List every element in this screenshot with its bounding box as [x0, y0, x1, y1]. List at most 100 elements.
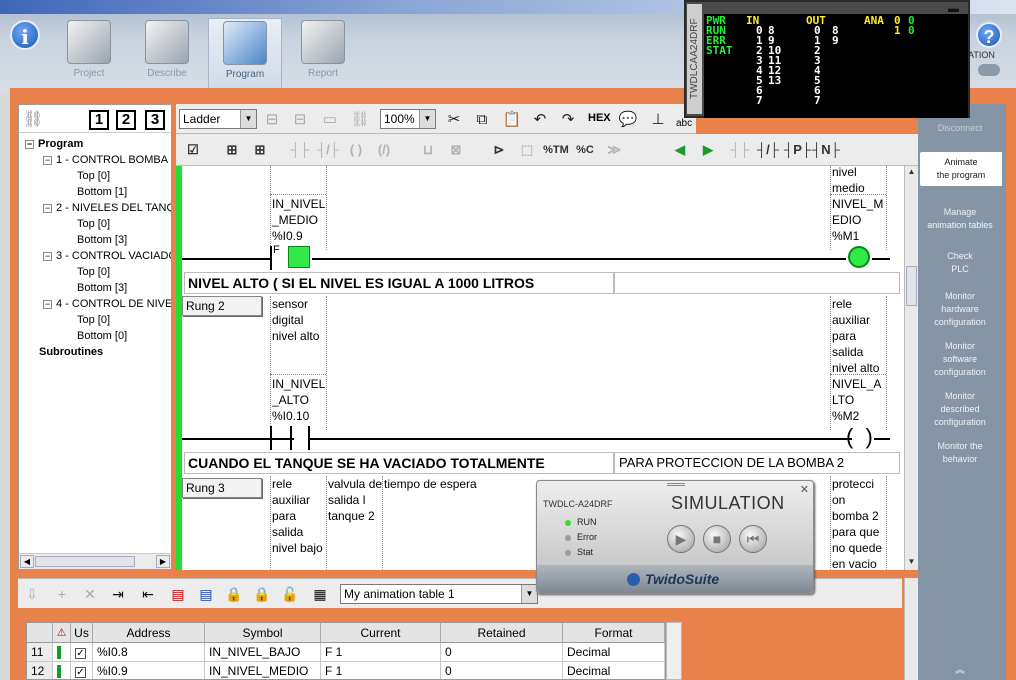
- unlink-icon[interactable]: ⛓: [350, 110, 370, 130]
- plc-status-window[interactable]: ✚ ▬ TWDLCAA24DRF PWR RUN ERR STAT IN 0 1…: [684, 0, 970, 118]
- tab-program[interactable]: Program: [208, 18, 282, 92]
- redo-icon[interactable]: ↷: [558, 110, 578, 130]
- checkmark-icon[interactable]: ✓: [75, 648, 86, 659]
- row-symbol[interactable]: IN_NIVEL_MEDIO: [205, 662, 321, 679]
- more-elements-icon[interactable]: ≫: [602, 139, 626, 161]
- symbol-icon[interactable]: ⊥: [648, 110, 668, 130]
- col-header-symbol[interactable]: Symbol: [205, 623, 321, 643]
- rung3-label[interactable]: Rung 3: [182, 478, 262, 498]
- row-current[interactable]: F 1: [321, 643, 441, 662]
- rung-below-icon[interactable]: ⊞: [248, 139, 272, 161]
- link-icon[interactable]: ⛓: [23, 109, 43, 128]
- collapse-icon[interactable]: −: [43, 251, 52, 261]
- rung1-contact-active[interactable]: [288, 246, 310, 268]
- reset-icon[interactable]: ⏮: [739, 525, 767, 553]
- row-address[interactable]: %I0.8: [93, 643, 205, 662]
- compare-block-icon[interactable]: ⬚: [516, 139, 538, 161]
- chevron-down-icon[interactable]: ▼: [521, 585, 537, 603]
- counter-block-button[interactable]: %C: [574, 139, 596, 161]
- col-header-address[interactable]: Address: [93, 623, 205, 643]
- view-button-3[interactable]: 3: [145, 110, 165, 130]
- rung2-coil[interactable]: ( ): [846, 424, 873, 450]
- comment-icon[interactable]: 💬: [618, 110, 638, 130]
- simulation-window[interactable]: ✕ TWDLC-A24DRF SIMULATION RUN Error Stat…: [536, 480, 814, 594]
- coil-nc-icon[interactable]: (/): [372, 139, 396, 161]
- language-select[interactable]: Ladder ▼: [179, 109, 257, 129]
- contact-closed-icon[interactable]: ┤/├: [756, 139, 780, 161]
- row-address[interactable]: %I0.9: [93, 662, 205, 679]
- row-symbol[interactable]: IN_NIVEL_BAJO: [205, 643, 321, 662]
- contact-open-icon[interactable]: ┤├: [728, 139, 752, 161]
- import-icon[interactable]: ⇩: [22, 583, 42, 605]
- read-values-icon[interactable]: ▤: [196, 583, 216, 605]
- rung2-contact-symbol[interactable]: IN_NIVEL _ALTO: [272, 376, 325, 408]
- help-icon[interactable]: ?: [976, 22, 1002, 48]
- tab-report[interactable]: Report: [286, 18, 360, 86]
- monitor-hardware-button[interactable]: Monitor hardware configuration: [918, 290, 1002, 329]
- scroll-thumb[interactable]: [35, 556, 135, 567]
- scroll-down-icon[interactable]: ▼: [905, 557, 918, 569]
- view-button-2[interactable]: 2: [116, 110, 136, 130]
- rung1-coil-address[interactable]: %M1: [832, 228, 859, 244]
- rung3-title[interactable]: CUANDO EL TANQUE SE HA VACIADO TOTALMENT…: [184, 452, 614, 474]
- ladder-vertical-scrollbar[interactable]: ▲ ▼: [904, 166, 918, 570]
- trend-icon[interactable]: ▦: [310, 583, 330, 605]
- rung2-contact-left[interactable]: [290, 426, 292, 450]
- contact-falling-icon[interactable]: ┤N├: [812, 139, 840, 161]
- disconnect-button[interactable]: Disconnect: [918, 122, 1002, 135]
- tab-describe[interactable]: Describe: [130, 18, 204, 86]
- collapse-icon[interactable]: −: [43, 155, 52, 165]
- tree-node-top[interactable]: Top [0]: [77, 169, 110, 183]
- write-values-icon[interactable]: ▤: [168, 583, 188, 605]
- rung2-contact-address[interactable]: %I0.10: [272, 408, 309, 424]
- monitor-behavior-button[interactable]: Monitor the behavior: [918, 440, 1002, 466]
- col-header-format[interactable]: Format: [563, 623, 665, 643]
- view-button-1[interactable]: 1: [89, 110, 109, 130]
- checkmark-icon[interactable]: ✓: [75, 667, 86, 678]
- tree-node-top[interactable]: Top [0]: [77, 313, 110, 327]
- check-plc-button[interactable]: Check PLC: [918, 250, 1002, 276]
- col-header-current[interactable]: Current: [321, 623, 441, 643]
- scroll-thumb[interactable]: [906, 266, 917, 306]
- tree-node-top[interactable]: Top [0]: [77, 217, 110, 231]
- rung3-comment[interactable]: PARA PROTECCION DE LA BOMBA 2: [614, 452, 900, 474]
- contact-rising-icon[interactable]: ┤P├: [784, 139, 811, 161]
- tree-node-program[interactable]: − Program: [25, 137, 83, 151]
- chevron-down-icon[interactable]: ▼: [419, 110, 435, 128]
- contact-nc-icon[interactable]: ┤/├: [316, 139, 340, 161]
- monitor-described-button[interactable]: Monitor described configuration: [918, 390, 1002, 429]
- tree-node-section-3[interactable]: −3 - CONTROL VACIADO: [43, 249, 171, 263]
- tree-horizontal-scrollbar[interactable]: ◀ ▶: [19, 553, 171, 569]
- arrow-right-icon[interactable]: ▶: [698, 139, 718, 161]
- animate-program-button[interactable]: Animate the program: [920, 152, 1002, 186]
- coil-icon[interactable]: ( ): [344, 139, 368, 161]
- play-icon[interactable]: ▶: [667, 525, 695, 553]
- delete-row-icon[interactable]: ✕: [80, 583, 100, 605]
- rung1-coil-symbol[interactable]: NIVEL_M EDIO: [832, 196, 883, 228]
- rung-above-icon[interactable]: ⊞: [220, 139, 244, 161]
- cut-icon[interactable]: ✂: [444, 110, 464, 130]
- drag-handle[interactable]: [667, 483, 685, 486]
- collapse-panel-icon[interactable]: ︽: [918, 664, 1002, 677]
- rung2-coil-address[interactable]: %M2: [832, 408, 859, 424]
- scroll-left-icon[interactable]: ◀: [20, 555, 34, 568]
- hex-button[interactable]: HEX: [588, 112, 611, 124]
- delete-branch-icon[interactable]: ⊠: [444, 139, 468, 161]
- stop-icon[interactable]: ■: [703, 525, 731, 553]
- row-retained[interactable]: 0: [441, 662, 563, 679]
- timer-block-button[interactable]: %TM: [542, 139, 570, 161]
- tree-node-section-1[interactable]: −1 - CONTROL BOMBA 1: [43, 153, 171, 167]
- branch-icon[interactable]: ⊔: [416, 139, 440, 161]
- table-vertical-scrollbar[interactable]: [666, 622, 682, 680]
- rung2-title[interactable]: NIVEL ALTO ( SI EL NIVEL ES IGUAL A 1000…: [184, 272, 614, 294]
- tree-node-section-2[interactable]: −2 - NIVELES DEL TANQUE: [43, 201, 171, 215]
- tree-node-bottom[interactable]: Bottom [0]: [77, 329, 127, 343]
- row-format[interactable]: Decimal: [563, 662, 665, 679]
- animation-table-select[interactable]: My animation table 1 ▼: [340, 584, 538, 604]
- arrow-left-icon[interactable]: ◀: [670, 139, 690, 161]
- tree-node-section-4[interactable]: −4 - CONTROL DE NIVEL: [43, 297, 171, 311]
- comment-rung-icon[interactable]: ▭: [320, 110, 340, 130]
- col-header-retained[interactable]: Retained: [441, 623, 563, 643]
- row-use-checkbox[interactable]: ✓: [71, 643, 93, 662]
- rung2-coil-symbol[interactable]: NIVEL_A LTO: [832, 376, 881, 408]
